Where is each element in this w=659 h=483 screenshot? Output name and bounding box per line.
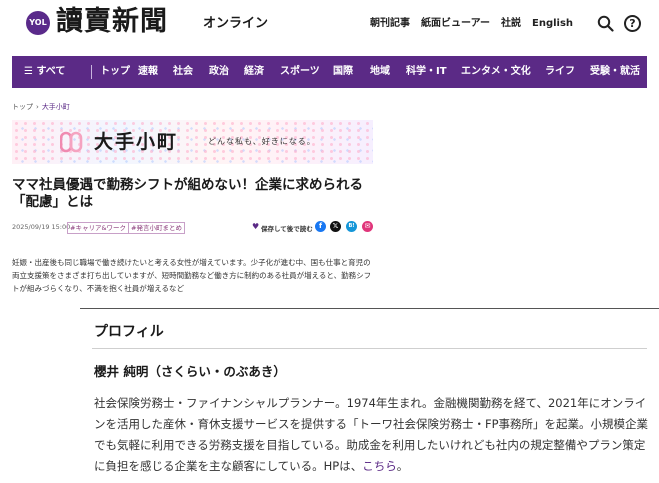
nav-item-local[interactable]: 地域 bbox=[370, 56, 390, 88]
nav-item-sports[interactable]: スポーツ bbox=[280, 56, 320, 88]
help-icon[interactable]: ? bbox=[624, 15, 641, 32]
nav-item-science[interactable]: 科学・IT bbox=[406, 56, 447, 88]
nav-menu-all[interactable]: ☰ すべて bbox=[24, 56, 65, 88]
profile-name: 櫻井 純明（さくらい・のぶあき） bbox=[94, 364, 286, 379]
breadcrumb: トップ › 大手小町 bbox=[12, 102, 70, 112]
top-links: 朝刊記事 紙面ビューアー 社説 English bbox=[370, 17, 584, 31]
mail-icon[interactable]: ✉ bbox=[362, 221, 373, 232]
section-banner[interactable]: 大手小町 どんな私も、好きになる。 bbox=[12, 120, 373, 164]
save-for-later[interactable]: 保存して後で読む bbox=[261, 223, 313, 233]
profile-bio-end: 。 bbox=[396, 459, 409, 473]
logo-badge[interactable]: YOL bbox=[26, 11, 50, 35]
nav-item-breaking[interactable]: 速報 bbox=[138, 56, 158, 88]
profile-divider bbox=[92, 348, 647, 349]
x-icon[interactable]: 𝕏 bbox=[330, 221, 341, 232]
nav-item-economy[interactable]: 経済 bbox=[244, 56, 264, 88]
link-editorial[interactable]: 社説 bbox=[501, 18, 521, 29]
hatena-icon[interactable]: B! bbox=[346, 221, 357, 232]
article-lead: 妊娠・出産後も同じ職場で働き続けたいと考える女性が増えています。少子化が進む中、… bbox=[12, 258, 372, 293]
article-headline: ママ社員優遇で勤務シフトが組めない！企業に求められる「配慮」とは bbox=[12, 177, 363, 210]
bookmark-icon[interactable]: ♥ bbox=[252, 222, 259, 231]
nav-divider bbox=[91, 65, 92, 79]
site-header: YOL 讀賣新聞 オンライン 朝刊記事 紙面ビューアー 社説 English ? bbox=[0, 0, 659, 50]
nav-item-life[interactable]: ライフ bbox=[545, 56, 575, 88]
profile-link[interactable]: こちら bbox=[362, 459, 397, 473]
nav-item-society[interactable]: 社会 bbox=[173, 56, 193, 88]
article-meta: 2025/09/19 15:00 #キャリア&ワーク #発言小町まとめ ♥ 保存… bbox=[12, 221, 373, 234]
komachi-logo-icon bbox=[60, 131, 83, 153]
nav-menu-label: すべて bbox=[36, 66, 66, 77]
tag-komachi[interactable]: #発言小町まとめ bbox=[128, 222, 185, 234]
banner-title: 大手小町 bbox=[94, 131, 179, 153]
nav-item-exam[interactable]: 受験・就活 bbox=[590, 56, 640, 88]
nav-item-entertainment[interactable]: エンタメ・文化 bbox=[461, 56, 531, 88]
article-date: 2025/09/19 15:00 bbox=[12, 223, 71, 231]
breadcrumb-current[interactable]: 大手小町 bbox=[42, 103, 70, 111]
hamburger-icon: ☰ bbox=[24, 66, 33, 77]
nav-item-top[interactable]: トップ bbox=[100, 56, 130, 88]
tag-career[interactable]: #キャリア&ワーク bbox=[67, 222, 130, 234]
profile-panel: プロフィル 櫻井 純明（さくらい・のぶあき） 社会保険労務士・ファイナンシャルプ… bbox=[80, 308, 659, 483]
site-logo[interactable]: 讀賣新聞 bbox=[56, 6, 168, 38]
nav-item-world[interactable]: 国際 bbox=[333, 56, 353, 88]
breadcrumb-sep: › bbox=[36, 103, 39, 111]
facebook-icon[interactable]: f bbox=[315, 221, 326, 232]
link-english[interactable]: English bbox=[532, 18, 573, 29]
profile-bio: 社会保険労務士・ファイナンシャルプランナー。1974年生まれ。金融機関勤務を経て… bbox=[94, 393, 649, 477]
search-icon[interactable] bbox=[597, 15, 614, 32]
breadcrumb-home[interactable]: トップ bbox=[12, 103, 33, 111]
main-nav: ☰ すべて トップ 速報 社会 政治 経済 スポーツ 国際 地域 科学・IT エ… bbox=[12, 56, 647, 88]
link-paper-viewer[interactable]: 紙面ビューアー bbox=[421, 18, 490, 29]
banner-tagline: どんな私も、好きになる。 bbox=[208, 137, 316, 146]
site-logo-sub[interactable]: オンライン bbox=[203, 16, 268, 32]
link-morning-paper[interactable]: 朝刊記事 bbox=[370, 18, 410, 29]
nav-item-politics[interactable]: 政治 bbox=[209, 56, 229, 88]
profile-title: プロフィル bbox=[94, 324, 164, 340]
